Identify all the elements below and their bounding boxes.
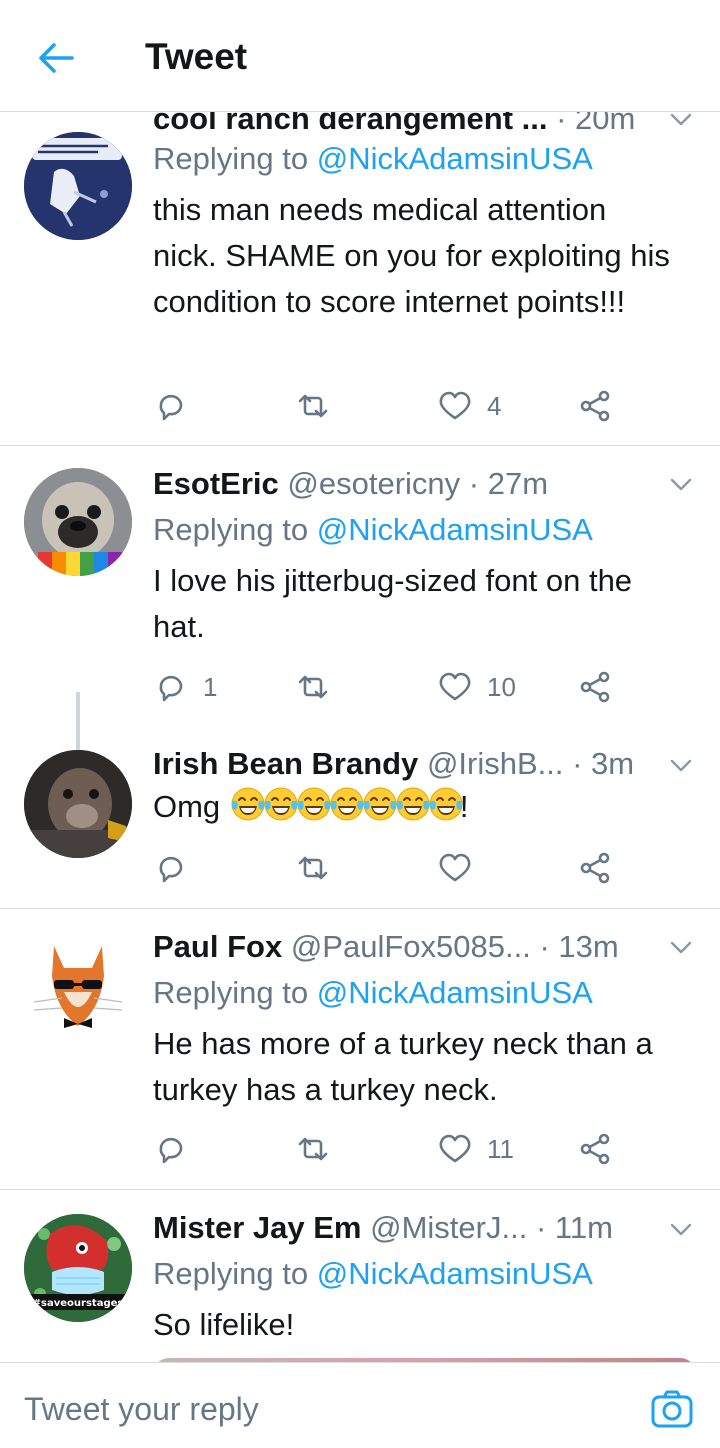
- display-name[interactable]: EsotEric: [153, 466, 279, 501]
- username[interactable]: @IrishB...: [427, 746, 564, 781]
- reply-icon: [159, 856, 183, 883]
- reply-tweet[interactable]: cool ranch derangement ... · 20m Replyin…: [0, 112, 720, 445]
- retweet-button[interactable]: [295, 384, 345, 428]
- display-name[interactable]: Paul Fox: [153, 929, 282, 964]
- tweet-actions: 11: [153, 1127, 623, 1171]
- tweet-header: EsotEric @esotericny · 27m: [153, 464, 696, 504]
- avatar-image: [24, 932, 132, 1040]
- arrow-left-icon[interactable]: [36, 38, 76, 78]
- reply-button[interactable]: [153, 1127, 203, 1171]
- reply-button[interactable]: 1: [153, 665, 217, 709]
- like-button[interactable]: 4: [437, 384, 501, 428]
- retweet-icon: [298, 856, 328, 880]
- top-app-bar: Tweet: [0, 0, 720, 112]
- tweet-actions: [153, 846, 623, 890]
- mention-link[interactable]: @NickAdamsinUSA: [317, 141, 593, 176]
- like-button[interactable]: [437, 846, 487, 890]
- heart-icon: [439, 672, 471, 701]
- retweet-icon: [298, 675, 328, 699]
- retweet-button[interactable]: [295, 846, 345, 890]
- replying-to: Replying to @NickAdamsinUSA: [153, 975, 593, 1010]
- reply-icon: [159, 394, 183, 421]
- heart-icon: [439, 1134, 471, 1163]
- timestamp: · 20m: [556, 112, 636, 136]
- tweet-text: Omg !: [153, 784, 696, 830]
- share-icon: [580, 671, 610, 703]
- like-count: 11: [487, 1133, 514, 1164]
- avatar-image: [24, 132, 132, 240]
- reply-count: 1: [203, 671, 218, 702]
- share-icon: [580, 852, 610, 884]
- like-count: 4: [487, 390, 502, 421]
- tweet-header: Paul Fox @PaulFox5085... · 13m: [153, 927, 696, 967]
- timestamp: · 3m: [572, 746, 635, 781]
- tweet-text: I love his jitterbug-sized font on the h…: [153, 563, 633, 644]
- avatar[interactable]: [24, 468, 132, 576]
- avatar[interactable]: [24, 932, 132, 1040]
- chevron-down-icon[interactable]: [666, 469, 696, 499]
- tweet-text: this man needs medical attention nick. S…: [153, 192, 670, 319]
- tweet-text: So lifelike!: [153, 1307, 295, 1342]
- chevron-down-icon[interactable]: [666, 1214, 696, 1244]
- reply-button[interactable]: [153, 384, 203, 428]
- chevron-down-icon[interactable]: [666, 932, 696, 962]
- avatar[interactable]: #saveourstages: [24, 1214, 132, 1322]
- display-name[interactable]: cool ranch derangement ...: [153, 112, 547, 136]
- replying-to: Replying to @NickAdamsinUSA: [153, 1256, 593, 1291]
- reply-icon: [159, 675, 183, 702]
- reply-button[interactable]: [153, 846, 203, 890]
- username[interactable]: @PaulFox5085...: [291, 929, 531, 964]
- share-icon: [580, 390, 610, 422]
- emoji-row: [229, 787, 463, 824]
- like-count: 10: [487, 671, 516, 702]
- heart-icon: [439, 853, 471, 882]
- timestamp: · 27m: [468, 466, 549, 501]
- replying-to: Replying to @NickAdamsinUSA: [153, 141, 593, 176]
- share-button[interactable]: [577, 846, 613, 890]
- tweet-header: Irish Bean Brandy @IrishB... · 3m: [153, 744, 696, 784]
- username[interactable]: @MisterJ...: [370, 1210, 527, 1245]
- page-title: Tweet: [145, 36, 248, 77]
- avatar[interactable]: [24, 132, 132, 240]
- tweet-header: cool ranch derangement ... · 20m: [153, 112, 696, 139]
- share-button[interactable]: [577, 1127, 613, 1171]
- username[interactable]: @esotericny: [287, 466, 460, 501]
- reply-input[interactable]: Tweet your reply: [24, 1391, 259, 1428]
- divider: [0, 908, 720, 909]
- tweet-header: Mister Jay Em @MisterJ... · 11m: [153, 1208, 696, 1248]
- reply-composer: Tweet your reply: [0, 1362, 720, 1448]
- share-button[interactable]: [577, 665, 613, 709]
- tweet-actions: 1 10: [153, 665, 623, 709]
- mention-link[interactable]: @NickAdamsinUSA: [317, 975, 593, 1010]
- display-name[interactable]: Irish Bean Brandy: [153, 746, 418, 781]
- divider: [0, 1189, 720, 1190]
- avatar-image: #saveourstages: [24, 1214, 132, 1322]
- reply-icon: [159, 1137, 183, 1164]
- avatar[interactable]: [24, 750, 132, 858]
- camera-icon[interactable]: [650, 1387, 694, 1431]
- tweet-feed[interactable]: cool ranch derangement ... · 20m Replyin…: [0, 112, 720, 1362]
- retweet-button[interactable]: [295, 1127, 345, 1171]
- timestamp: · 11m: [535, 1210, 613, 1245]
- tweet-text: He has more of a turkey neck than a turk…: [153, 1026, 653, 1107]
- retweet-button[interactable]: [295, 665, 345, 709]
- replying-to: Replying to @NickAdamsinUSA: [153, 512, 593, 547]
- tweet-actions: 4: [153, 384, 623, 428]
- like-button[interactable]: 11: [437, 1127, 514, 1171]
- avatar-caption: #saveourstages: [33, 1298, 124, 1309]
- mention-link[interactable]: @NickAdamsinUSA: [317, 1256, 593, 1291]
- timestamp: · 13m: [539, 929, 619, 964]
- retweet-icon: [298, 394, 328, 418]
- avatar-image: [24, 468, 132, 576]
- chevron-down-icon[interactable]: [666, 112, 696, 134]
- mention-link[interactable]: @NickAdamsinUSA: [317, 512, 593, 547]
- like-button[interactable]: 10: [437, 665, 516, 709]
- display-name[interactable]: Mister Jay Em: [153, 1210, 362, 1245]
- avatar-image: [24, 750, 132, 858]
- chevron-down-icon[interactable]: [666, 750, 696, 780]
- heart-icon: [439, 391, 471, 420]
- retweet-icon: [298, 1137, 328, 1161]
- share-icon: [580, 1133, 610, 1165]
- share-button[interactable]: [577, 384, 613, 428]
